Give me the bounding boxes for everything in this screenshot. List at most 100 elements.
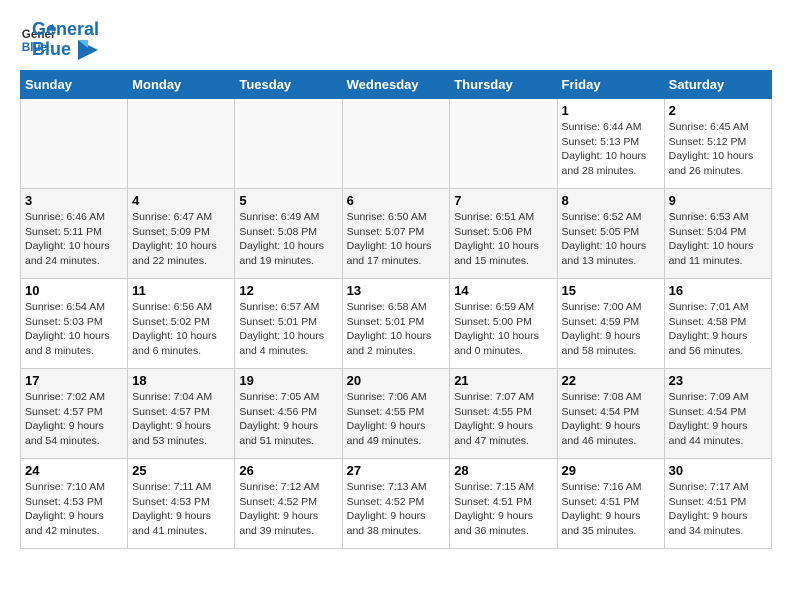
day-info: Sunrise: 6:57 AMSunset: 5:01 PMDaylight:…	[239, 300, 337, 359]
day-number: 28	[454, 463, 552, 478]
calendar-cell: 14Sunrise: 6:59 AMSunset: 5:00 PMDayligh…	[450, 279, 557, 369]
day-number: 8	[562, 193, 660, 208]
day-number: 26	[239, 463, 337, 478]
day-number: 23	[669, 373, 767, 388]
calendar-week-row: 3Sunrise: 6:46 AMSunset: 5:11 PMDaylight…	[21, 189, 772, 279]
day-info: Sunrise: 6:47 AMSunset: 5:09 PMDaylight:…	[132, 210, 230, 269]
day-number: 29	[562, 463, 660, 478]
calendar-cell: 25 Sunrise: 7:11 AMSunset: 4:53 PMDayligh…	[128, 459, 235, 549]
calendar-cell: 2Sunrise: 6:45 AMSunset: 5:12 PMDaylight…	[664, 99, 771, 189]
calendar-table: SundayMondayTuesdayWednesdayThursdayFrid…	[20, 70, 772, 549]
calendar-cell: 17 Sunrise: 7:02 AMSunset: 4:57 PMDayligh…	[21, 369, 128, 459]
day-number: 13	[347, 283, 446, 298]
day-number: 9	[669, 193, 767, 208]
day-info: Sunrise: 6:56 AMSunset: 5:02 PMDaylight:…	[132, 300, 230, 359]
day-number: 6	[347, 193, 446, 208]
day-number: 19	[239, 373, 337, 388]
day-number: 5	[239, 193, 337, 208]
calendar-header-row: SundayMondayTuesdayWednesdayThursdayFrid…	[21, 71, 772, 99]
calendar-cell	[128, 99, 235, 189]
calendar-cell: 6 Sunrise: 6:50 AMSunset: 5:07 PMDaylight…	[342, 189, 450, 279]
day-number: 30	[669, 463, 767, 478]
logo-name: GeneralBlue	[32, 20, 99, 60]
day-number: 21	[454, 373, 552, 388]
calendar-cell: 24Sunrise: 7:10 AMSunset: 4:53 PMDayligh…	[21, 459, 128, 549]
day-number: 25	[132, 463, 230, 478]
day-number: 22	[562, 373, 660, 388]
calendar-cell: 30Sunrise: 7:17 AMSunset: 4:51 PMDayligh…	[664, 459, 771, 549]
calendar-cell: 22Sunrise: 7:08 AMSunset: 4:54 PMDayligh…	[557, 369, 664, 459]
calendar-cell: 19 Sunrise: 7:05 AMSunset: 4:56 PMDayligh…	[235, 369, 342, 459]
day-info: Sunrise: 6:46 AMSunset: 5:11 PMDaylight:…	[25, 210, 123, 269]
calendar-cell: 28 Sunrise: 7:15 AMSunset: 4:51 PMDayligh…	[450, 459, 557, 549]
calendar-cell: 21 Sunrise: 7:07 AMSunset: 4:55 PMDayligh…	[450, 369, 557, 459]
day-number: 7	[454, 193, 552, 208]
day-info: Sunrise: 6:50 AMSunset: 5:07 PMDaylight:…	[347, 210, 446, 269]
day-info: Sunrise: 6:52 AMSunset: 5:05 PMDaylight:…	[562, 210, 660, 269]
weekday-header: Saturday	[664, 71, 771, 99]
calendar-cell: 15Sunrise: 7:00 AMSunset: 4:59 PMDayligh…	[557, 279, 664, 369]
day-info: Sunrise: 6:45 AMSunset: 5:12 PMDaylight:…	[669, 120, 767, 179]
weekday-header: Friday	[557, 71, 664, 99]
calendar-cell: 18 Sunrise: 7:04 AMSunset: 4:57 PMDayligh…	[128, 369, 235, 459]
weekday-header: Wednesday	[342, 71, 450, 99]
day-info: Sunrise: 6:58 AMSunset: 5:01 PMDaylight:…	[347, 300, 446, 359]
calendar-cell: 9 Sunrise: 6:53 AMSunset: 5:04 PMDaylight…	[664, 189, 771, 279]
calendar-cell: 29 Sunrise: 7:16 AMSunset: 4:51 PMDayligh…	[557, 459, 664, 549]
day-number: 12	[239, 283, 337, 298]
calendar-cell: 5 Sunrise: 6:49 AMSunset: 5:08 PMDaylight…	[235, 189, 342, 279]
day-number: 24	[25, 463, 123, 478]
weekday-header: Monday	[128, 71, 235, 99]
calendar-cell: 27 Sunrise: 7:13 AMSunset: 4:52 PMDayligh…	[342, 459, 450, 549]
calendar-cell	[342, 99, 450, 189]
day-number: 11	[132, 283, 230, 298]
calendar-cell: 10 Sunrise: 6:54 AMSunset: 5:03 PMDayligh…	[21, 279, 128, 369]
day-info: Sunrise: 6:44 AMSunset: 5:13 PMDaylight:…	[562, 120, 660, 179]
calendar-cell: 4 Sunrise: 6:47 AMSunset: 5:09 PMDaylight…	[128, 189, 235, 279]
calendar-cell: 12 Sunrise: 6:57 AMSunset: 5:01 PMDayligh…	[235, 279, 342, 369]
calendar-cell: 13 Sunrise: 6:58 AMSunset: 5:01 PMDayligh…	[342, 279, 450, 369]
day-info: Sunrise: 7:04 AMSunset: 4:57 PMDaylight:…	[132, 390, 230, 449]
day-number: 17	[25, 373, 123, 388]
calendar-cell: 1 Sunrise: 6:44 AMSunset: 5:13 PMDaylight…	[557, 99, 664, 189]
day-number: 10	[25, 283, 123, 298]
day-info: Sunrise: 7:01 AMSunset: 4:58 PMDaylight:…	[669, 300, 767, 359]
calendar-week-row: 17 Sunrise: 7:02 AMSunset: 4:57 PMDayligh…	[21, 369, 772, 459]
day-number: 16	[669, 283, 767, 298]
day-number: 27	[347, 463, 446, 478]
calendar-cell: 20 Sunrise: 7:06 AMSunset: 4:55 PMDayligh…	[342, 369, 450, 459]
day-info: Sunrise: 7:05 AMSunset: 4:56 PMDaylight:…	[239, 390, 337, 449]
day-info: Sunrise: 7:13 AMSunset: 4:52 PMDaylight:…	[347, 480, 446, 539]
day-info: Sunrise: 7:02 AMSunset: 4:57 PMDaylight:…	[25, 390, 123, 449]
day-number: 15	[562, 283, 660, 298]
logo-arrow-icon	[78, 40, 98, 60]
day-info: Sunrise: 7:15 AMSunset: 4:51 PMDaylight:…	[454, 480, 552, 539]
day-number: 20	[347, 373, 446, 388]
day-info: Sunrise: 7:16 AMSunset: 4:51 PMDaylight:…	[562, 480, 660, 539]
day-info: Sunrise: 7:12 AMSunset: 4:52 PMDaylight:…	[239, 480, 337, 539]
day-info: Sunrise: 7:06 AMSunset: 4:55 PMDaylight:…	[347, 390, 446, 449]
day-info: Sunrise: 7:11 AMSunset: 4:53 PMDaylight:…	[132, 480, 230, 539]
day-number: 4	[132, 193, 230, 208]
calendar-cell	[21, 99, 128, 189]
calendar-week-row: 10 Sunrise: 6:54 AMSunset: 5:03 PMDayligh…	[21, 279, 772, 369]
day-number: 14	[454, 283, 552, 298]
day-info: Sunrise: 7:07 AMSunset: 4:55 PMDaylight:…	[454, 390, 552, 449]
calendar-week-row: 24Sunrise: 7:10 AMSunset: 4:53 PMDayligh…	[21, 459, 772, 549]
calendar-cell: 16 Sunrise: 7:01 AMSunset: 4:58 PMDayligh…	[664, 279, 771, 369]
calendar-cell: 23 Sunrise: 7:09 AMSunset: 4:54 PMDayligh…	[664, 369, 771, 459]
day-info: Sunrise: 6:49 AMSunset: 5:08 PMDaylight:…	[239, 210, 337, 269]
day-info: Sunrise: 6:53 AMSunset: 5:04 PMDaylight:…	[669, 210, 767, 269]
day-info: Sunrise: 6:51 AMSunset: 5:06 PMDaylight:…	[454, 210, 552, 269]
logo: General Blue GeneralBlue	[20, 20, 99, 60]
weekday-header: Sunday	[21, 71, 128, 99]
day-number: 18	[132, 373, 230, 388]
day-number: 1	[562, 103, 660, 118]
day-info: Sunrise: 7:09 AMSunset: 4:54 PMDaylight:…	[669, 390, 767, 449]
calendar-cell: 7 Sunrise: 6:51 AMSunset: 5:06 PMDaylight…	[450, 189, 557, 279]
day-info: Sunrise: 6:54 AMSunset: 5:03 PMDaylight:…	[25, 300, 123, 359]
calendar-cell: 11 Sunrise: 6:56 AMSunset: 5:02 PMDayligh…	[128, 279, 235, 369]
weekday-header: Thursday	[450, 71, 557, 99]
calendar-cell	[450, 99, 557, 189]
calendar-cell	[235, 99, 342, 189]
